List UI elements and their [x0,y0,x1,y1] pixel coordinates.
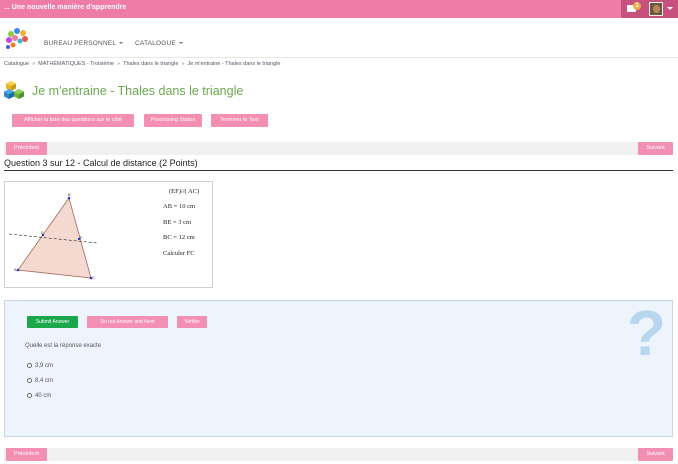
previous-button[interactable]: Précédent [6,448,47,461]
chevron-down-icon[interactable] [667,7,673,10]
page-title: Je m'entraine - Thales dans le triangle [32,84,244,98]
top-bar: ... Une nouvelle manière d'apprendre 1 [0,0,678,18]
answer-panel: ? Submit Answer Do not Answer and Next V… [4,300,673,437]
figure-text-line: AB = 10 cm [163,203,196,210]
radio-button[interactable] [27,393,32,398]
point-label-c: C [92,275,95,280]
breadcrumb: Catalogue» MATHÉMATIQUES - Troisième» Thal… [4,61,281,67]
nav-bureau-personnel[interactable]: BUREAU PERSONNEL [44,40,124,47]
breadcrumb-item[interactable]: Je m'entraine - Thales dans le triangle [188,61,281,67]
point-label-e: E [41,230,44,235]
processing-status-button[interactable]: Processing Status [144,114,202,127]
answer-option[interactable]: 40 cm [27,393,51,399]
site-logo[interactable] [4,26,30,52]
divider [4,170,673,171]
skip-question-button[interactable]: Do not Answer and Next [87,316,168,328]
avatar[interactable] [649,2,663,16]
figure-text-line: (EF)//( AC) [169,188,200,195]
question-instruction: Quelle est la réponse exacte [25,343,102,349]
pager-bar-top [4,142,673,155]
point-label-a: A [14,267,17,272]
radio-button[interactable] [27,378,32,383]
question-title: Question 3 sur 12 - Calcul de distance (… [4,158,198,168]
figure-text-line: Calculer FC [163,250,195,257]
main-navbar: BUREAU PERSONNEL CATALOGUE [0,18,678,58]
answer-option[interactable]: 3,9 cm [27,363,53,369]
chevron-down-icon [119,42,124,45]
check-button[interactable]: Vérifier [177,316,207,328]
breadcrumb-item[interactable]: MATHÉMATIQUES - Troisième [38,61,114,67]
user-menu-area: 1 [621,0,678,18]
figure-text-line: BC = 12 cm [163,234,195,241]
figure-text-line: BE = 3 cm [163,219,192,226]
nav-catalogue[interactable]: CATALOGUE [135,40,183,47]
next-button[interactable]: Suivant [638,448,673,461]
show-question-list-button[interactable]: Afficher la liste des questions sur le c… [12,114,134,127]
answer-option[interactable]: 8,4 cm [27,378,53,384]
radio-button[interactable] [27,363,32,368]
breadcrumb-item[interactable]: Catalogue [4,61,29,67]
site-slogan: ... Une nouvelle manière d'apprendre [4,4,127,11]
chevron-down-icon [178,42,183,45]
end-test-button[interactable]: Terminer le Test [211,114,268,127]
previous-button[interactable]: Précédent [6,142,47,155]
next-button[interactable]: Suivant [638,142,673,155]
point-label-f: F [80,235,83,240]
submit-answer-button[interactable]: Submit Answer [27,316,78,328]
pager-bar-bottom [4,448,673,461]
breadcrumb-item[interactable]: Thales dans le triangle [123,61,178,67]
question-figure: B A C E F (EF)//( AC) AB = 10 cm BE = 3 … [4,181,213,288]
cubes-icon [4,81,24,99]
question-mark-icon: ? [626,297,666,369]
mail-count-badge: 1 [633,2,641,10]
point-label-b: B [68,192,71,197]
